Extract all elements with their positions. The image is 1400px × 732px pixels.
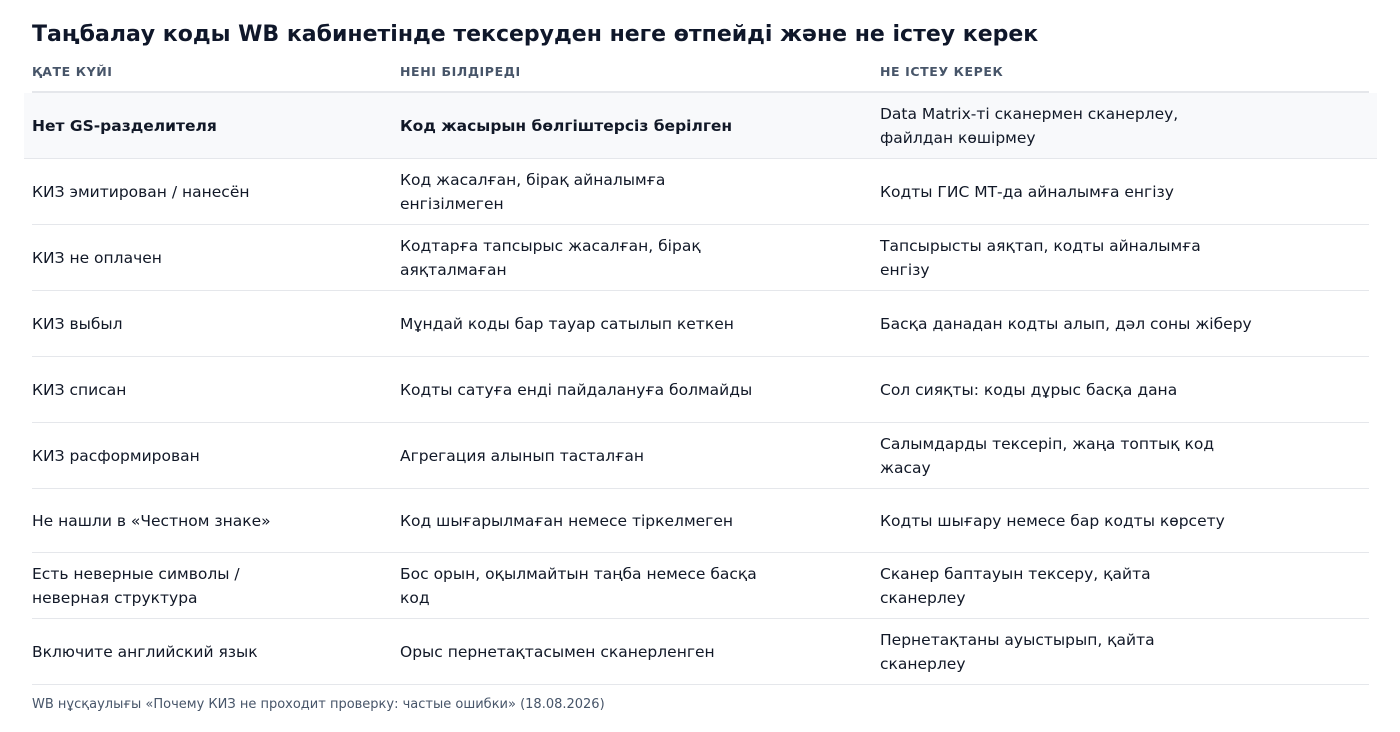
table-row: КИЗ эмитирован / нанесён Код жасалған, б… xyxy=(32,159,1369,225)
table-row: Не нашли в «Честном знаке» Код шығарылма… xyxy=(32,489,1369,553)
row-status: КИЗ эмитирован / нанесён xyxy=(32,182,250,201)
header-status: ҚАТЕ КҮЙІ xyxy=(32,64,113,79)
header-meaning: НЕНІ БІЛДІРЕДІ xyxy=(400,64,521,79)
page-title: Таңбалау коды WB кабинетінде тексеруден … xyxy=(32,22,1039,47)
table-header: ҚАТЕ КҮЙІ НЕНІ БІЛДІРЕДІ НЕ ІСТЕУ КЕРЕК xyxy=(32,60,1369,93)
row-action: Кодты шығару немесе бар кодты көрсету xyxy=(880,511,1225,530)
row-meaning: Агрегация алынып тасталған xyxy=(400,446,644,465)
row-action: Тапсырысты аяқтап, кодты айналымға енгіз… xyxy=(880,236,1201,279)
row-status: КИЗ не оплачен xyxy=(32,248,162,267)
row-status: Есть неверные символы / неверная структу… xyxy=(32,564,240,607)
table-row: Включите английский язык Орыс пернетақта… xyxy=(32,619,1369,685)
row-status: КИЗ выбыл xyxy=(32,314,123,333)
row-meaning: Кодтарға тапсырыс жасалған, бірақ аяқтал… xyxy=(400,236,701,279)
table-row: КИЗ выбыл Мұндай коды бар тауар сатылып … xyxy=(32,291,1369,357)
table-row: КИЗ не оплачен Кодтарға тапсырыс жасалға… xyxy=(32,225,1369,291)
row-meaning: Код жасырын бөлгіштерсіз берілген xyxy=(400,116,733,135)
row-meaning: Бос орын, оқылмайтын таңба немесе басқа … xyxy=(400,564,757,607)
row-action: Сол сияқты: коды дұрыс басқа дана xyxy=(880,380,1178,399)
error-table: ҚАТЕ КҮЙІ НЕНІ БІЛДІРЕДІ НЕ ІСТЕУ КЕРЕК … xyxy=(24,60,1377,685)
table-row: КИЗ расформирован Агрегация алынып таста… xyxy=(32,423,1369,489)
row-action: Пернетақтаны ауыстырып, қайта сканерлеу xyxy=(880,630,1155,673)
row-status: Включите английский язык xyxy=(32,642,258,661)
row-meaning: Мұндай коды бар тауар сатылып кеткен xyxy=(400,314,734,333)
row-meaning: Код жасалған, бірақ айналымға енгізілмег… xyxy=(400,170,666,213)
table-row: Есть неверные символы / неверная структу… xyxy=(32,553,1369,619)
row-status: КИЗ расформирован xyxy=(32,446,200,465)
row-meaning: Код шығарылмаған немесе тіркелмеген xyxy=(400,511,733,530)
source-note: WB нұсқаулығы «Почему КИЗ не проходит пр… xyxy=(32,697,605,712)
row-action: Салымдарды тексеріп, жаңа топтық код жас… xyxy=(880,434,1215,477)
row-status: КИЗ списан xyxy=(32,380,127,399)
row-action: Сканер баптауын тексеру, қайта сканерлеу xyxy=(880,564,1151,607)
row-action: Кодты ГИС МТ-да айналымға енгізу xyxy=(880,182,1174,201)
row-action: Басқа данадан кодты алып, дәл соны жібер… xyxy=(880,314,1252,333)
table-row: Нет GS-разделителя Код жасырын бөлгіштер… xyxy=(24,93,1377,159)
row-meaning: Кодты сатуға енді пайдалануға болмайды xyxy=(400,380,753,399)
row-action: Data Matrix-ті сканермен сканерлеу, файл… xyxy=(880,104,1179,147)
table-row: КИЗ списан Кодты сатуға енді пайдалануға… xyxy=(32,357,1369,423)
row-meaning: Орыс пернетақтасымен сканерленген xyxy=(400,642,715,661)
row-status: Нет GS-разделителя xyxy=(32,116,217,135)
header-action: НЕ ІСТЕУ КЕРЕК xyxy=(880,64,1004,79)
row-status: Не нашли в «Честном знаке» xyxy=(32,511,271,530)
